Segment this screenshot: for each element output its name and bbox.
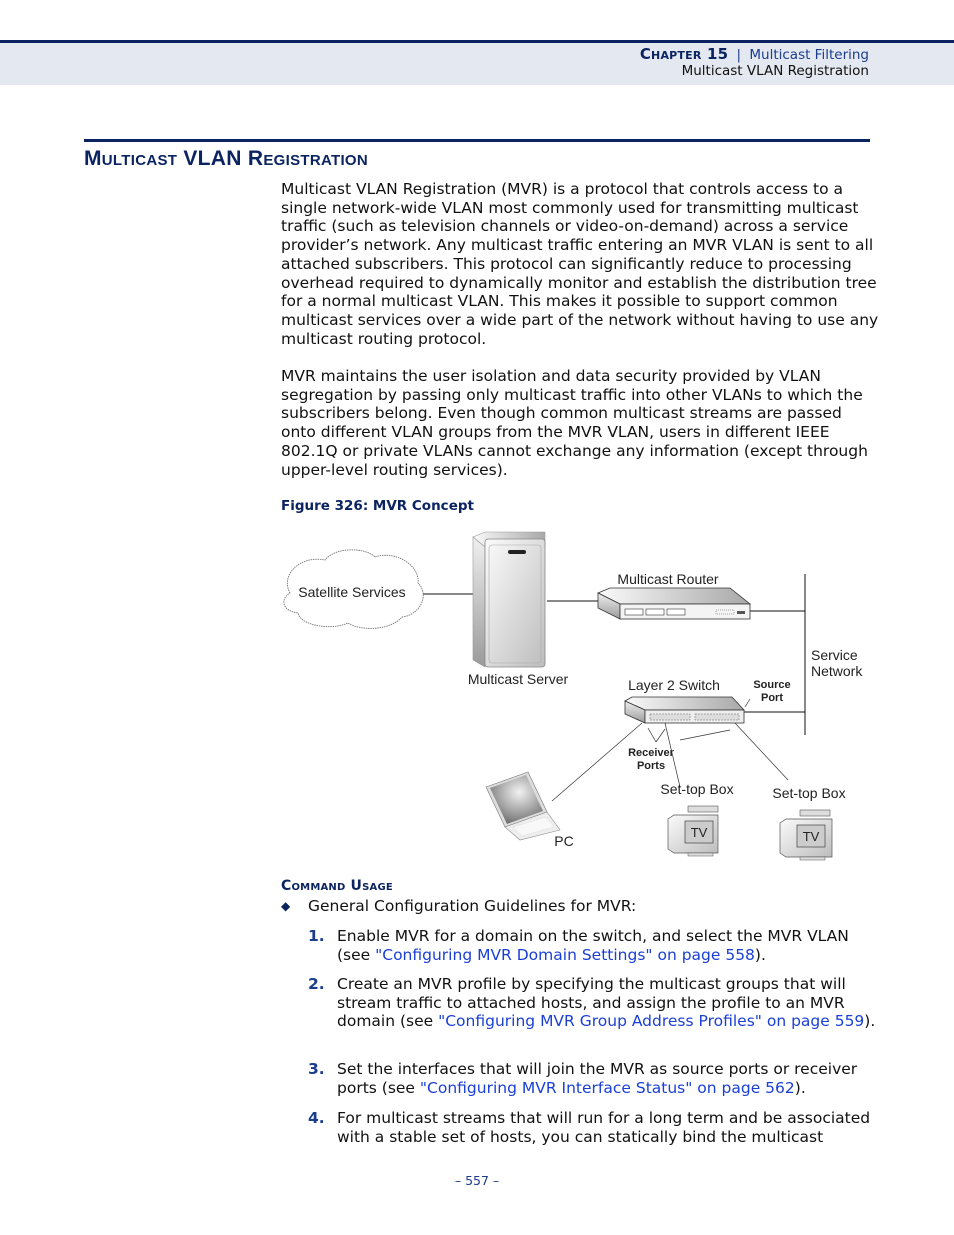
step-item: 3. Set the interfaces that will join the… xyxy=(308,1060,878,1097)
pc-laptop-icon: PC xyxy=(485,771,574,849)
satellite-cloud-icon: Satellite Services xyxy=(283,549,424,629)
set-top-box-tv-2-icon: Set-top Box TV xyxy=(772,785,846,861)
link-mvr-group-address-profiles[interactable]: "Configuring MVR Group Address Profiles"… xyxy=(438,1012,864,1030)
page-number: – 557 – xyxy=(454,1173,500,1188)
server-label: Multicast Server xyxy=(468,671,569,687)
running-section-title: Multicast VLAN Registration xyxy=(681,63,869,79)
receiver-arrow-3 xyxy=(679,729,731,741)
tv2-label: TV xyxy=(803,829,820,844)
stb2-label: Set-top Box xyxy=(772,785,845,801)
source-port-label-1: Source xyxy=(753,679,790,691)
step-number: 3. xyxy=(308,1060,325,1078)
receiver-ports-label-1: Receiver xyxy=(628,747,675,759)
step-number: 4. xyxy=(308,1109,325,1127)
router-label: Multicast Router xyxy=(617,571,718,587)
chapter-number: Chapter 15 xyxy=(639,45,729,63)
diamond-bullet-icon: ◆ xyxy=(281,899,291,913)
receiver-ports-label-2: Ports xyxy=(637,760,665,772)
step-text-end: ). xyxy=(754,945,766,964)
switch-label: Layer 2 Switch xyxy=(628,677,720,693)
source-port-pointer xyxy=(744,698,751,708)
step-number: 1. xyxy=(308,927,325,945)
command-usage-title: Command Usage xyxy=(281,878,393,894)
step-number: 2. xyxy=(308,975,325,993)
guidelines-bullet: ◆ General Configuration Guidelines for MV… xyxy=(281,897,636,915)
intro-paragraph: Multicast VLAN Registration (MVR) is a p… xyxy=(281,180,879,348)
link-switch-pc xyxy=(551,722,643,802)
step-text: For multicast streams that will run for … xyxy=(337,1109,871,1146)
mvr-concept-diagram: Satellite Services Multicast Server Mult… xyxy=(283,531,863,861)
step-item: 2. Create an MVR profile by specifying t… xyxy=(308,975,878,1031)
isolation-paragraph: MVR maintains the user isolation and dat… xyxy=(281,367,868,479)
step-item: 4. For multicast streams that will run f… xyxy=(308,1109,878,1146)
multicast-server-icon: Multicast Server xyxy=(468,531,569,687)
receiver-arrow-1 xyxy=(647,727,657,743)
link-switch-stb2 xyxy=(734,722,789,781)
header-separator: | xyxy=(736,47,742,63)
multicast-router-icon: Multicast Router xyxy=(597,571,752,620)
service-network-label-2: Network xyxy=(811,663,863,679)
layer2-switch-icon: Layer 2 Switch xyxy=(624,677,745,724)
step-item: 1. Enable MVR for a domain on the switch… xyxy=(308,927,878,964)
step-text-end: ). xyxy=(794,1078,806,1097)
link-mvr-domain-settings[interactable]: "Configuring MVR Domain Settings" on pag… xyxy=(375,946,755,964)
service-network-label-1: Service xyxy=(811,647,858,663)
tv1-label: TV xyxy=(691,825,708,840)
section-title: Multicast VLAN Registration xyxy=(84,147,369,170)
receiver-arrow-2 xyxy=(655,728,666,743)
stb1-label: Set-top Box xyxy=(660,781,733,797)
chapter-title: Multicast Filtering xyxy=(749,47,869,63)
satellite-label: Satellite Services xyxy=(298,584,405,600)
figure-caption: Figure 326: MVR Concept xyxy=(281,498,474,514)
pc-label: PC xyxy=(554,833,573,849)
step-text-end: ). xyxy=(864,1012,876,1031)
section-rule xyxy=(84,139,870,142)
set-top-box-tv-1-icon: Set-top Box TV xyxy=(660,781,734,857)
link-mvr-interface-status[interactable]: "Configuring MVR Interface Status" on pa… xyxy=(420,1079,795,1097)
source-port-label-2: Port xyxy=(761,692,783,704)
running-header: Chapter 15 | Multicast Filtering xyxy=(640,45,869,63)
guidelines-text: General Configuration Guidelines for MVR… xyxy=(308,897,637,915)
